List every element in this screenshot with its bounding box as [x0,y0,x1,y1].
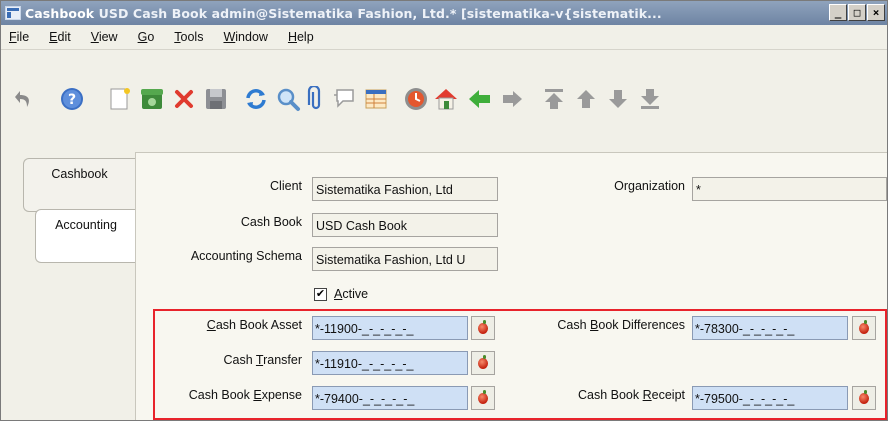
highlight-box [153,309,887,420]
window-title: Cashbook USD Cash Book admin@Sistematika… [25,6,835,21]
toolbar: ? [1,51,887,146]
chat-icon[interactable] [329,84,359,114]
menu-go[interactable]: Go [138,30,155,44]
client-field[interactable]: Sistematika Fashion, Ltd [312,177,498,201]
down-icon[interactable] [603,84,633,114]
home-icon[interactable] [431,84,461,114]
previous-icon[interactable] [465,84,495,114]
menu-window[interactable]: Window [223,30,267,44]
app-icon [5,6,21,20]
next-icon[interactable] [497,84,527,114]
first-icon[interactable] [539,84,569,114]
last-icon[interactable] [635,84,665,114]
cashbook-label: Cash Book [240,215,302,229]
up-icon[interactable] [571,84,601,114]
window-title-detail: USD Cash Book admin@Sistematika Fashion,… [98,5,662,21]
tab-cashbook[interactable]: Cashbook [23,158,135,212]
organization-field[interactable]: * [692,177,887,201]
history-icon[interactable] [401,84,431,114]
client-label: Client [270,179,302,193]
title-bar: Cashbook USD Cash Book admin@Sistematika… [1,1,887,25]
delete-icon[interactable] [169,84,199,114]
tab-accounting[interactable]: Accounting [35,209,136,263]
minimize-button[interactable]: _ [829,4,847,21]
menu-help[interactable]: Help [288,30,314,44]
menu-edit[interactable]: Edit [49,30,71,44]
save-icon[interactable] [201,84,231,114]
help-icon[interactable]: ? [57,84,87,114]
maximize-button[interactable]: □ [848,4,866,21]
new-record-icon[interactable] [105,84,135,114]
attachment-icon[interactable] [301,84,331,114]
accounting-schema-label: Accounting Schema [190,249,302,263]
close-button[interactable]: × [867,4,885,21]
window-controls: _ □ × [829,4,885,21]
menu-bar: File Edit View Go Tools Window Help [1,25,887,50]
menu-tools[interactable]: Tools [174,30,203,44]
window-title-tab: Cashbook [25,5,99,21]
undo-icon[interactable] [9,84,39,114]
cashbook-field[interactable]: USD Cash Book [312,213,498,237]
copy-record-icon[interactable] [137,84,167,114]
menu-file[interactable]: File [9,30,29,44]
svg-text:?: ? [68,92,76,108]
app-window: Cashbook USD Cash Book admin@Sistematika… [0,0,888,421]
active-checkbox[interactable]: ✔ [314,288,327,301]
organization-label: Organization [614,179,685,193]
accounting-schema-field[interactable]: Sistematika Fashion, Ltd U [312,247,498,271]
refresh-icon[interactable] [241,84,271,114]
find-icon[interactable] [273,84,303,114]
active-label: Active [334,287,369,301]
grid-toggle-icon[interactable] [361,84,391,114]
menu-view[interactable]: View [91,30,118,44]
